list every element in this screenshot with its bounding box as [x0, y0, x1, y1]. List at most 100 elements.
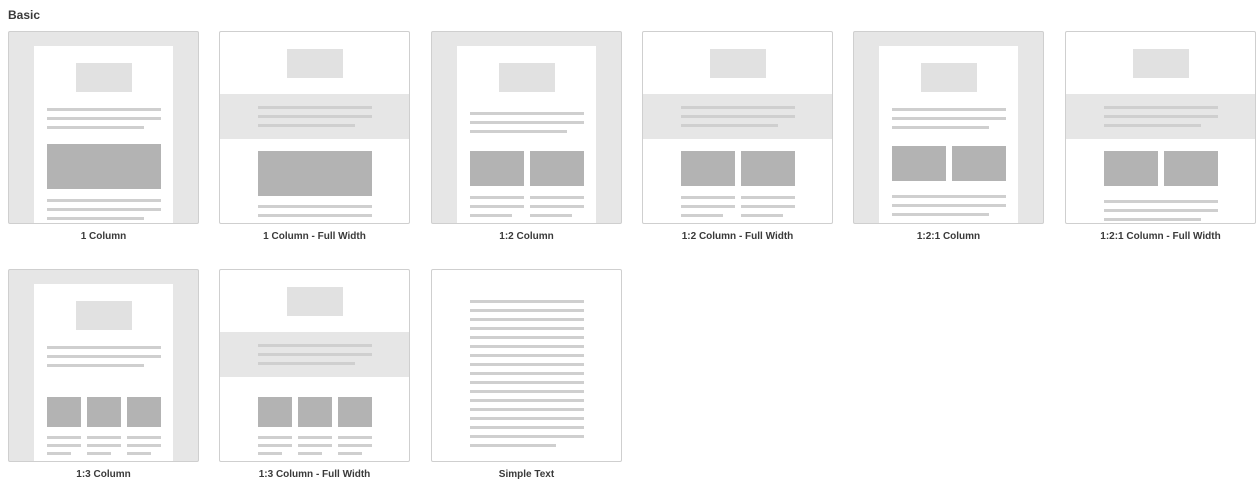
thumb-text-line	[47, 199, 161, 202]
thumb-text-line	[470, 426, 584, 429]
thumb-text-line	[530, 196, 584, 199]
thumb-image-block	[47, 144, 161, 189]
template-name: 1:2:1 Column	[916, 231, 981, 242]
thumb-text-line	[1104, 106, 1218, 109]
template-thumbnail[interactable]	[8, 31, 199, 224]
thumb-header-block	[76, 63, 132, 92]
thumb-text-line	[338, 436, 372, 439]
thumb-text-line	[47, 217, 144, 220]
thumb-header-block	[287, 287, 343, 316]
thumb-text-line	[47, 208, 161, 211]
thumb-text-line	[681, 205, 735, 208]
thumb-text-line	[258, 362, 355, 365]
template-thumbnail[interactable]	[431, 269, 622, 462]
thumb-text-line	[470, 309, 584, 312]
thumb-text-line	[470, 345, 584, 348]
thumb-text-line	[47, 355, 161, 358]
thumbnail-paper	[879, 46, 1018, 223]
thumb-image-block	[127, 397, 161, 427]
thumb-text-line	[338, 444, 372, 447]
thumb-text-line	[258, 106, 372, 109]
template-card-1-column-full-width[interactable]: 1 Column - Full Width	[219, 31, 410, 242]
thumb-text-line	[47, 126, 144, 129]
template-card-1-2-column-full-width[interactable]: 1:2 Column - Full Width	[642, 31, 833, 242]
thumb-text-line	[470, 327, 584, 330]
thumb-text-line	[470, 372, 584, 375]
thumb-text-line	[681, 106, 795, 109]
thumb-text-line	[470, 196, 524, 199]
thumb-text-line	[681, 124, 778, 127]
template-card-1-2-column[interactable]: 1:2 Column	[431, 31, 622, 242]
template-name: 1 Column - Full Width	[263, 231, 366, 242]
thumb-text-line	[470, 399, 584, 402]
thumb-header-block	[499, 63, 555, 92]
template-name: Simple Text	[498, 469, 555, 480]
template-name: 1:3 Column	[76, 469, 131, 480]
thumb-image-block	[1164, 151, 1218, 186]
template-card-1-2-1-column[interactable]: 1:2:1 Column	[853, 31, 1044, 242]
thumb-image-block	[338, 397, 372, 427]
template-card-1-2-1-column-full-width[interactable]: 1:2:1 Column - Full Width	[1065, 31, 1256, 242]
template-card-1-3-column[interactable]: 1:3 Column	[8, 269, 199, 480]
thumb-text-line	[470, 363, 584, 366]
thumb-text-line	[258, 353, 372, 356]
thumb-text-line	[470, 336, 584, 339]
thumb-text-line	[470, 381, 584, 384]
template-name: 1:2 Column - Full Width	[681, 231, 794, 242]
thumb-header-block	[76, 301, 132, 330]
thumb-text-line	[681, 115, 795, 118]
thumb-header-block	[921, 63, 977, 92]
thumb-image-block	[530, 151, 584, 186]
thumb-text-line	[470, 121, 584, 124]
thumb-text-line	[1104, 200, 1218, 203]
thumb-text-line	[741, 214, 783, 217]
thumb-text-line	[470, 300, 584, 303]
thumb-text-line	[258, 214, 372, 217]
thumb-text-line	[892, 117, 1006, 120]
thumb-text-line	[87, 452, 111, 455]
thumb-text-line	[47, 436, 81, 439]
thumb-text-line	[127, 444, 161, 447]
thumb-image-block	[470, 151, 524, 186]
thumb-image-block	[87, 397, 121, 427]
template-thumbnail[interactable]	[1065, 31, 1256, 224]
thumb-text-line	[470, 130, 567, 133]
template-thumbnail[interactable]	[219, 269, 410, 462]
template-thumbnail[interactable]	[431, 31, 622, 224]
template-card-1-column[interactable]: 1 Column	[8, 31, 199, 242]
thumb-text-line	[681, 214, 723, 217]
template-thumbnail[interactable]	[219, 31, 410, 224]
thumb-text-line	[1104, 124, 1201, 127]
template-card-1-3-column-full-width[interactable]: 1:3 Column - Full Width	[219, 269, 410, 480]
thumb-text-line	[892, 213, 989, 216]
thumb-image-block	[681, 151, 735, 186]
template-thumbnail[interactable]	[8, 269, 199, 462]
template-name: 1 Column	[80, 231, 127, 242]
template-name: 1:2 Column	[499, 231, 554, 242]
thumb-text-line	[47, 346, 161, 349]
thumb-text-line	[258, 124, 355, 127]
thumb-text-line	[470, 417, 584, 420]
thumb-header-block	[710, 49, 766, 78]
thumb-text-line	[127, 436, 161, 439]
thumb-text-line	[258, 344, 372, 347]
thumb-text-line	[47, 108, 161, 111]
template-card-simple-text[interactable]: Simple Text	[431, 269, 622, 480]
thumb-image-block	[892, 146, 946, 181]
thumb-text-line	[470, 205, 524, 208]
thumb-text-line	[892, 195, 1006, 198]
thumb-text-line	[1104, 209, 1218, 212]
section-title: Basic	[8, 8, 41, 22]
thumb-text-line	[470, 435, 584, 438]
thumbnail-paper	[457, 46, 596, 223]
template-thumbnail[interactable]	[642, 31, 833, 224]
thumb-text-line	[470, 408, 584, 411]
thumb-text-line	[470, 354, 584, 357]
thumb-text-line	[470, 214, 512, 217]
template-thumbnail[interactable]	[853, 31, 1044, 224]
thumb-text-line	[892, 108, 1006, 111]
thumb-text-line	[127, 452, 151, 455]
thumb-text-line	[338, 452, 362, 455]
thumb-text-line	[470, 390, 584, 393]
thumb-text-line	[47, 117, 161, 120]
